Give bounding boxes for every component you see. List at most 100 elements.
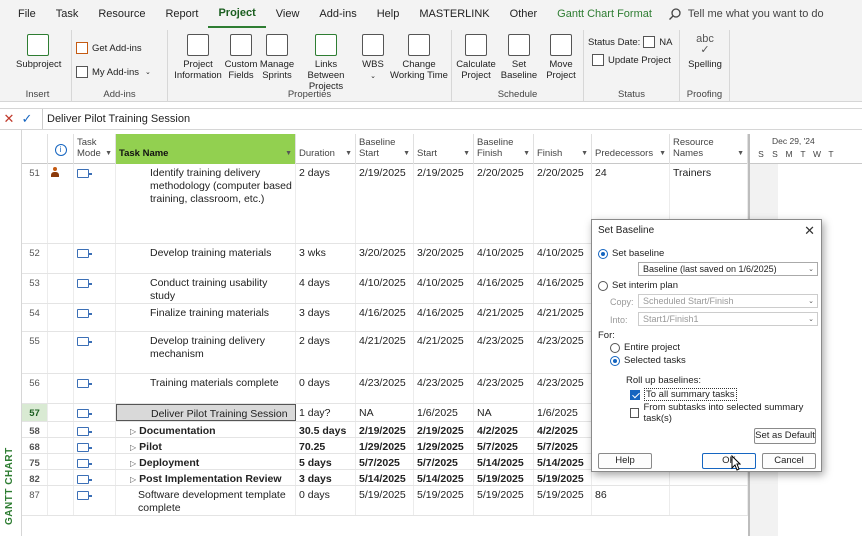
duration-cell[interactable]: 3 days <box>296 470 356 485</box>
my-addins-button[interactable]: My Add-ins ⌄ <box>76 66 151 78</box>
row-id[interactable]: 52 <box>22 244 48 273</box>
start-cell[interactable]: 2/19/2025 <box>414 164 474 243</box>
task-mode-cell[interactable] <box>74 332 116 373</box>
baseline-finish-cell[interactable]: 5/19/2025 <box>474 470 534 485</box>
links-between-projects-button[interactable]: Links Between Projects <box>296 34 356 92</box>
ok-button[interactable]: OK <box>702 453 756 469</box>
baseline-finish-cell[interactable]: 4/16/2025 <box>474 274 534 303</box>
copy-select[interactable]: Scheduled Start/Finish ⌄ <box>638 294 818 308</box>
duration-cell[interactable]: 30.5 days <box>296 422 356 437</box>
duration-cell[interactable]: 5 days <box>296 454 356 469</box>
confirm-entry-icon[interactable]: ✓ <box>18 111 36 127</box>
duration-cell[interactable]: 0 days <box>296 374 356 403</box>
baseline-finish-cell[interactable]: 5/7/2025 <box>474 438 534 453</box>
set-interim-plan-radio[interactable]: Set interim plan <box>598 280 678 291</box>
menu-tab-masterlink[interactable]: MASTERLINK <box>409 0 499 28</box>
baseline-finish-cell[interactable]: 4/10/2025 <box>474 244 534 273</box>
task-mode-cell[interactable] <box>74 454 116 469</box>
task-mode-cell[interactable] <box>74 404 116 421</box>
header-baseline-finish[interactable]: Baseline Finish ▼ <box>474 134 534 164</box>
row-id[interactable]: 68 <box>22 438 48 453</box>
row-id[interactable]: 55 <box>22 332 48 373</box>
start-cell[interactable]: 4/21/2025 <box>414 332 474 373</box>
row-indicators[interactable] <box>48 274 74 303</box>
baseline-start-cell[interactable]: 2/19/2025 <box>356 164 414 243</box>
task-name-cell[interactable]: Deliver Pilot Training Session <box>116 404 296 421</box>
menu-tab-help[interactable]: Help <box>367 0 410 28</box>
duration-cell[interactable]: 2 days <box>296 164 356 243</box>
task-mode-cell[interactable] <box>74 274 116 303</box>
menu-tab-project[interactable]: Project <box>208 0 266 28</box>
task-mode-cell[interactable] <box>74 422 116 437</box>
task-name-cell[interactable]: Develop training materials <box>116 244 296 273</box>
menu-tab-add-ins[interactable]: Add-ins <box>309 0 366 28</box>
task-mode-cell[interactable] <box>74 374 116 403</box>
finish-cell[interactable]: 1/6/2025 <box>534 404 592 421</box>
finish-cell[interactable]: 4/10/2025 <box>534 244 592 273</box>
finish-cell[interactable]: 4/23/2025 <box>534 332 592 373</box>
into-select[interactable]: Start1/Finish1 ⌄ <box>638 312 818 326</box>
task-name-cell[interactable]: Software development template complete <box>116 486 296 515</box>
header-id[interactable] <box>22 134 48 164</box>
task-name-cell[interactable]: Training materials complete <box>116 374 296 403</box>
row-id[interactable]: 82 <box>22 470 48 485</box>
expand-triangle-icon[interactable]: ▷ <box>130 459 136 468</box>
finish-cell[interactable]: 2/20/2025 <box>534 164 592 243</box>
expand-triangle-icon[interactable]: ▷ <box>130 443 136 452</box>
baseline-finish-cell[interactable]: 4/21/2025 <box>474 304 534 331</box>
table-row[interactable]: 82 ▷ Post Implementation Review 3 days 5/14/… <box>22 470 748 486</box>
task-name-cell[interactable]: Develop training delivery mechanism <box>116 332 296 373</box>
baseline-start-cell[interactable]: 4/23/2025 <box>356 374 414 403</box>
finish-cell[interactable]: 4/2/2025 <box>534 422 592 437</box>
baseline-finish-cell[interactable]: 2/20/2025 <box>474 164 534 243</box>
row-indicators[interactable] <box>48 422 74 437</box>
move-project-button[interactable]: Move Project <box>542 34 580 81</box>
header-duration[interactable]: Duration ▼ <box>296 134 356 164</box>
finish-cell[interactable]: 5/14/2025 <box>534 454 592 469</box>
entire-project-radio[interactable]: Entire project <box>610 342 680 353</box>
get-addins-button[interactable]: Get Add-ins <box>76 42 142 54</box>
task-mode-cell[interactable] <box>74 438 116 453</box>
header-task-mode[interactable]: Task Mode ▼ <box>74 134 116 164</box>
calculate-project-button[interactable]: Calculate Project <box>456 34 496 81</box>
baseline-start-cell[interactable]: 4/10/2025 <box>356 274 414 303</box>
row-indicators[interactable] <box>48 454 74 469</box>
baseline-finish-cell[interactable]: NA <box>474 404 534 421</box>
baseline-finish-cell[interactable]: 5/14/2025 <box>474 454 534 469</box>
predecessors-cell[interactable]: 86 <box>592 486 670 515</box>
duration-cell[interactable]: 1 day? <box>296 404 356 421</box>
start-cell[interactable]: 5/19/2025 <box>414 486 474 515</box>
finish-cell[interactable]: 5/19/2025 <box>534 470 592 485</box>
task-mode-cell[interactable] <box>74 470 116 485</box>
menu-tab-file[interactable]: File <box>8 0 46 28</box>
predecessors-cell[interactable] <box>592 470 670 485</box>
expand-triangle-icon[interactable]: ▷ <box>130 427 136 436</box>
task-name-cell[interactable]: ▷ Deployment <box>116 454 296 469</box>
start-cell[interactable]: 3/20/2025 <box>414 244 474 273</box>
duration-cell[interactable]: 0 days <box>296 486 356 515</box>
task-mode-cell[interactable] <box>74 164 116 243</box>
start-cell[interactable]: 4/10/2025 <box>414 274 474 303</box>
table-row[interactable]: 87 Software development template complete… <box>22 486 748 516</box>
start-cell[interactable]: 5/7/2025 <box>414 454 474 469</box>
header-finish[interactable]: Finish ▼ <box>534 134 592 164</box>
task-name-cell[interactable]: Identify training delivery methodology (… <box>116 164 296 243</box>
header-resource-names[interactable]: Resource Names ▼ <box>670 134 748 164</box>
tell-me-search[interactable]: Tell me what you want to do <box>668 7 824 21</box>
row-indicators[interactable] <box>48 470 74 485</box>
from-subtasks-checkbox[interactable]: From subtasks into selected summary task… <box>630 402 821 424</box>
entry-field[interactable]: Deliver Pilot Training Session <box>42 109 190 129</box>
spelling-button[interactable]: abc ✓ Spelling <box>684 34 726 71</box>
cancel-button[interactable]: Cancel <box>762 453 816 469</box>
menu-tab-task[interactable]: Task <box>46 0 89 28</box>
selected-tasks-radio[interactable]: Selected tasks <box>610 355 686 366</box>
resource-names-cell[interactable] <box>670 470 748 485</box>
task-name-cell[interactable]: Conduct training usability study <box>116 274 296 303</box>
baseline-start-cell[interactable]: 5/14/2025 <box>356 470 414 485</box>
update-project-button[interactable]: Update Project <box>592 54 671 66</box>
finish-cell[interactable]: 4/23/2025 <box>534 374 592 403</box>
wbs-button[interactable]: WBS ⌄ <box>358 34 388 82</box>
menu-tab-view[interactable]: View <box>266 0 310 28</box>
start-cell[interactable]: 5/14/2025 <box>414 470 474 485</box>
row-indicators[interactable] <box>48 332 74 373</box>
